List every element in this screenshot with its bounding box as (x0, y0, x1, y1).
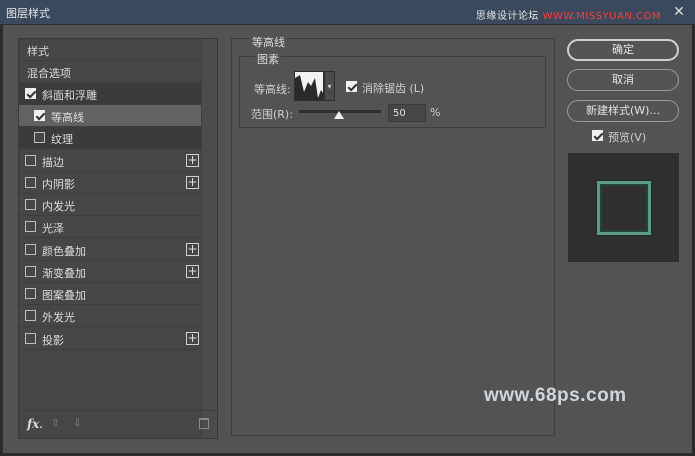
list-item-pattern-overlay[interactable]: 图案叠加 (19, 283, 201, 305)
list-item-label: 光泽 (42, 222, 64, 235)
list-item-label: 颜色叠加 (42, 245, 86, 258)
inner-glow-checkbox[interactable] (25, 199, 36, 210)
new-style-button[interactable]: 新建样式(W)... (567, 100, 679, 122)
list-item-bevel-emboss[interactable]: 斜面和浮雕 (19, 83, 201, 105)
list-item-styles[interactable]: 样式 (19, 39, 201, 61)
cancel-button[interactable]: 取消 (567, 69, 679, 91)
preview-label: 预览(V) (608, 131, 647, 144)
texture-checkbox[interactable] (34, 132, 45, 143)
ok-button[interactable]: 确定 (567, 39, 679, 61)
contour-label: 等高线: (254, 83, 291, 96)
antialias-checkbox[interactable] (346, 81, 357, 92)
list-item-gradient-overlay[interactable]: 渐变叠加 + (19, 261, 201, 283)
watermark-top-url: WWW.MISSYUAN.COM (542, 11, 661, 22)
satin-checkbox[interactable] (25, 221, 36, 232)
list-item-stroke[interactable]: 描边 + (19, 150, 201, 172)
watermark-top-cn: 思缘设计论坛 (475, 11, 543, 22)
list-item-label: 等高线 (51, 111, 84, 124)
range-input[interactable] (388, 104, 426, 122)
trash-icon[interactable] (199, 418, 209, 429)
contour-curve-icon (295, 75, 323, 100)
list-item-label: 描边 (42, 156, 64, 169)
group-title: 等高线 (250, 34, 287, 50)
list-item-inner-shadow[interactable]: 内阴影 + (19, 172, 201, 194)
style-list: 样式 混合选项 斜面和浮雕 等高线 纹理 描边 + 内阴影 + 内发光 光泽 颜… (18, 38, 218, 439)
list-item-texture[interactable]: 纹理 (19, 127, 201, 149)
pattern-overlay-checkbox[interactable] (25, 288, 36, 299)
move-down-icon[interactable]: ⇩ (73, 418, 81, 429)
subgroup-title: 图素 (255, 51, 281, 67)
list-item-label: 投影 (42, 334, 64, 347)
list-item-color-overlay[interactable]: 颜色叠加 + (19, 239, 201, 261)
list-scrollbar[interactable] (201, 39, 217, 438)
fx-icon[interactable]: fx. (27, 417, 42, 431)
preview-thumbnail (597, 181, 651, 235)
list-item-satin[interactable]: 光泽 (19, 216, 201, 238)
watermark-bottom: www.68ps.com (484, 385, 627, 406)
inner-shadow-checkbox[interactable] (25, 177, 36, 188)
stroke-checkbox[interactable] (25, 155, 36, 166)
list-item-label: 外发光 (42, 311, 75, 324)
add-icon[interactable]: + (186, 265, 199, 278)
gradient-overlay-checkbox[interactable] (25, 266, 36, 277)
add-icon[interactable]: + (186, 332, 199, 345)
move-up-icon[interactable]: ⇧ (51, 418, 59, 429)
contour-checkbox[interactable] (34, 110, 45, 121)
list-item-blend-options[interactable]: 混合选项 (19, 61, 201, 83)
range-slider-thumb[interactable] (334, 111, 344, 119)
add-icon[interactable]: + (186, 176, 199, 189)
bevel-emboss-checkbox[interactable] (25, 88, 36, 99)
list-toolbar: fx. ⇧ ⇩ (19, 410, 217, 438)
close-icon[interactable]: ✕ (669, 3, 689, 21)
list-item-drop-shadow[interactable]: 投影 + (19, 328, 201, 350)
list-item-label: 渐变叠加 (42, 267, 86, 280)
range-unit: % (430, 106, 441, 119)
outer-glow-checkbox[interactable] (25, 310, 36, 321)
add-icon[interactable]: + (186, 154, 199, 167)
chevron-down-icon[interactable]: ▾ (324, 71, 335, 101)
list-item-label: 内发光 (42, 200, 75, 213)
list-item-outer-glow[interactable]: 外发光 (19, 305, 201, 327)
drop-shadow-checkbox[interactable] (25, 333, 36, 344)
list-item-label: 样式 (27, 45, 49, 58)
list-item-contour[interactable]: 等高线 (19, 105, 201, 127)
list-item-label: 纹理 (51, 133, 73, 146)
range-label: 范围(R): (251, 108, 293, 121)
window-title: 图层样式 (6, 7, 50, 20)
add-icon[interactable]: + (186, 243, 199, 256)
watermark-top: 思缘设计论坛 WWW.MISSYUAN.COM (476, 7, 661, 22)
preview-checkbox[interactable] (592, 130, 603, 141)
list-item-label: 内阴影 (42, 178, 75, 191)
list-item-inner-glow[interactable]: 内发光 (19, 194, 201, 216)
list-item-label: 斜面和浮雕 (42, 89, 97, 102)
list-item-label: 图案叠加 (42, 289, 86, 302)
antialias-label: 消除锯齿 (L) (362, 82, 425, 95)
list-item-label: 混合选项 (27, 67, 71, 80)
style-preview (567, 152, 680, 263)
contour-picker[interactable] (294, 71, 324, 101)
color-overlay-checkbox[interactable] (25, 244, 36, 255)
